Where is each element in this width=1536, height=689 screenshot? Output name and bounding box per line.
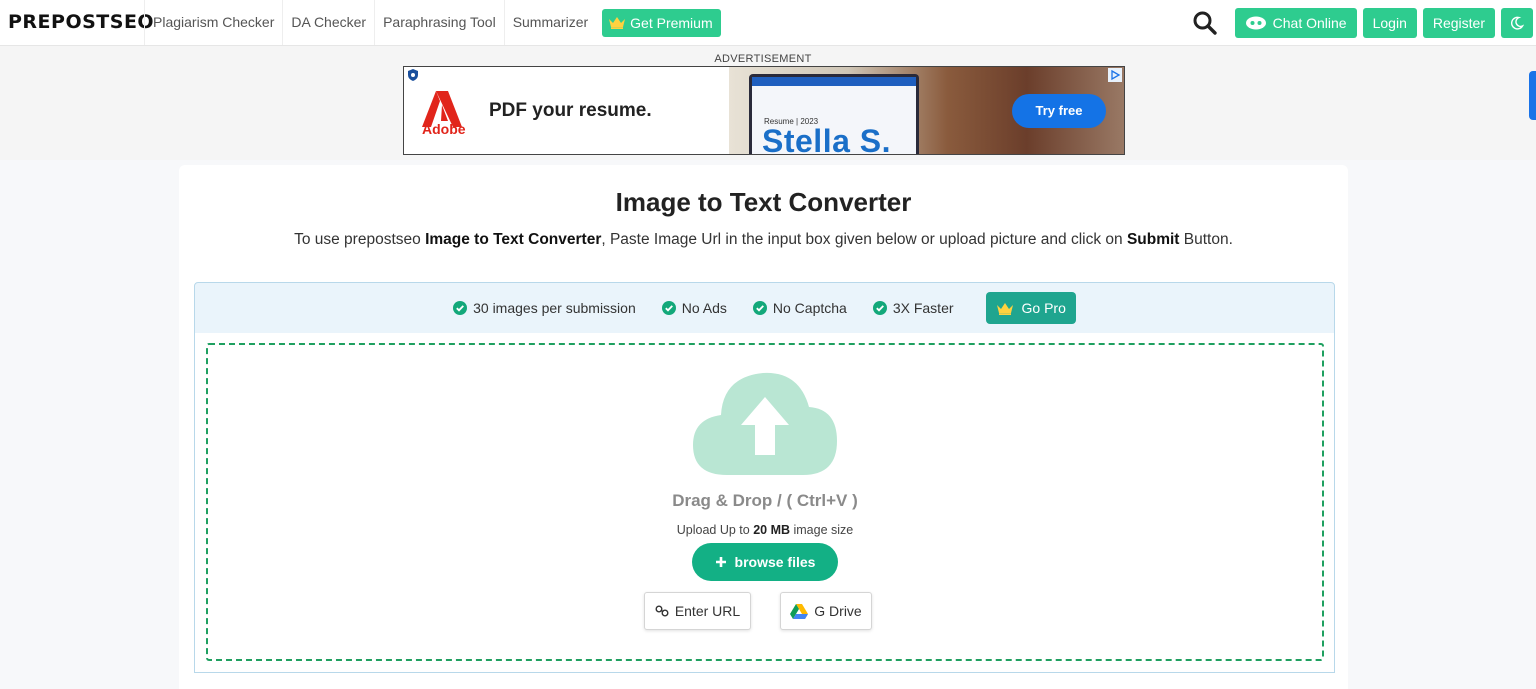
advertisement-banner[interactable]: Adobe PDF your resume. Resume | 2023 Ste… (403, 66, 1125, 155)
advertisement-area: ADVERTISEMENT Adobe PDF your resume. Res… (0, 46, 1536, 160)
adchoices-icon[interactable] (1108, 68, 1122, 82)
feature-item: 3X Faster (872, 300, 954, 316)
chat-online-label: Chat Online (1272, 15, 1347, 31)
search-icon[interactable] (1191, 9, 1219, 37)
ad-try-free-button[interactable]: Try free (1012, 94, 1106, 128)
drag-drop-text: Drag & Drop / ( Ctrl+V ) (672, 491, 858, 510)
login-button[interactable]: Login (1362, 8, 1417, 38)
moon-icon (1511, 16, 1524, 30)
ad-brand-name: Adobe (422, 121, 466, 137)
google-drive-icon (790, 604, 809, 619)
site-logo[interactable]: PREPOSTSEO (8, 11, 154, 33)
feature-item: No Captcha (752, 300, 847, 316)
features-bar: 30 images per submission No Ads No Captc… (194, 282, 1335, 334)
plus-icon (715, 557, 726, 567)
enter-url-label: Enter URL (674, 603, 741, 619)
check-circle-icon (872, 301, 887, 315)
side-feedback-tab[interactable] (1529, 71, 1536, 120)
check-circle-icon (752, 301, 767, 315)
go-pro-button[interactable]: Go Pro (985, 292, 1076, 324)
get-premium-button[interactable]: Get Premium (602, 8, 721, 37)
google-drive-button[interactable]: G Drive (780, 592, 872, 630)
top-navbar: PREPOSTSEO Plagiarism Checker DA Checker… (0, 0, 1536, 46)
crown-icon (609, 17, 626, 29)
page-title: Image to Text Converter (615, 187, 912, 217)
feature-label: 30 images per submission (473, 300, 636, 316)
crown-icon (996, 302, 1013, 315)
converter-card: Image to Text Converter To use prepostse… (179, 165, 1348, 689)
ad-headline: PDF your resume. (489, 100, 652, 121)
chat-bot-icon (1245, 16, 1266, 30)
feature-label: No Ads (681, 300, 727, 316)
advertisement-label: ADVERTISEMENT (714, 53, 812, 65)
nav-links: Plagiarism Checker DA Checker Paraphrasi… (144, 0, 721, 45)
feature-item: 30 images per submission (453, 300, 636, 316)
go-pro-label: Go Pro (1021, 300, 1066, 316)
chat-online-button[interactable]: Chat Online (1234, 8, 1357, 38)
link-icon (655, 605, 669, 617)
register-button[interactable]: Register (1422, 8, 1495, 38)
nav-link-paraphrasing-tool[interactable]: Paraphrasing Tool (374, 0, 504, 45)
nav-link-summarizer[interactable]: Summarizer (503, 0, 596, 45)
feature-label: 3X Faster (892, 300, 954, 316)
google-drive-label: G Drive (814, 603, 862, 619)
ad-laptop-mockup: Resume | 2023 Stella S. (749, 74, 919, 155)
upload-panel: Drag & Drop / ( Ctrl+V ) Upload Up to 20… (194, 333, 1335, 673)
ad-screen-name: Stella S. (762, 123, 891, 155)
check-circle-icon (453, 301, 468, 315)
page-subtitle: To use prepostseo Image to Text Converte… (294, 231, 1233, 248)
image-dropzone[interactable]: Drag & Drop / ( Ctrl+V ) Upload Up to 20… (206, 343, 1324, 661)
dark-mode-toggle[interactable] (1501, 8, 1533, 38)
privacy-shield-icon[interactable] (406, 68, 420, 82)
check-circle-icon (661, 301, 676, 315)
cloud-upload-icon (693, 372, 837, 475)
browse-files-label: browse files (734, 554, 816, 570)
enter-url-button[interactable]: Enter URL (644, 592, 751, 630)
upload-limit-text: Upload Up to 20 MB image size (676, 523, 854, 537)
nav-link-da-checker[interactable]: DA Checker (282, 0, 374, 45)
nav-right: Chat Online Login Register (1191, 8, 1536, 38)
feature-label: No Captcha (772, 300, 847, 316)
browse-files-button[interactable]: browse files (692, 543, 838, 581)
get-premium-label: Get Premium (630, 14, 713, 31)
feature-item: No Ads (661, 300, 727, 316)
nav-link-plagiarism-checker[interactable]: Plagiarism Checker (144, 0, 282, 45)
